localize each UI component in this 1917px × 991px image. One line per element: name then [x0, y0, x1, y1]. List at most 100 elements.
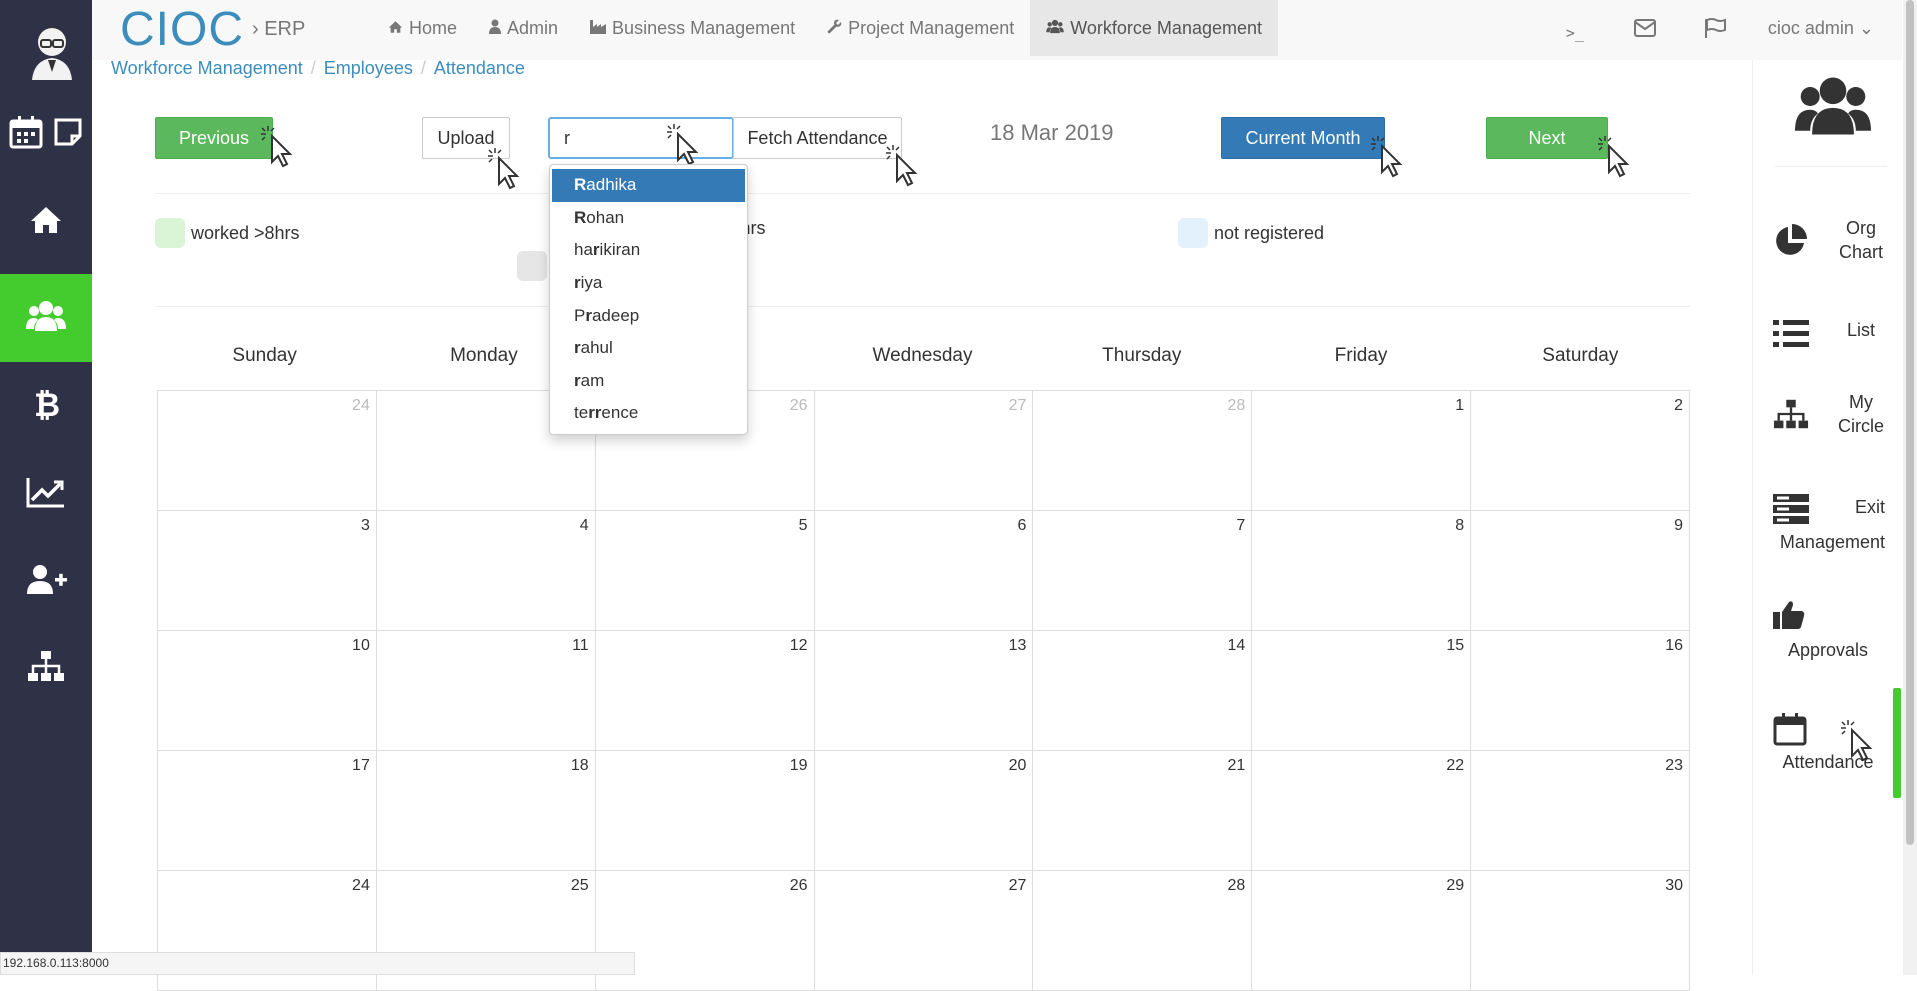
- calendar-day-cell[interactable]: 16: [1471, 631, 1690, 751]
- bitcoin-icon: ₿: [32, 386, 60, 427]
- calendar-day-cell[interactable]: 1: [1252, 391, 1472, 511]
- weekday-label: Wednesday: [872, 345, 973, 366]
- envelope-icon[interactable]: [1610, 19, 1680, 37]
- sticky-note-icon: [53, 117, 83, 152]
- calendar-day-cell[interactable]: 27: [814, 871, 1034, 991]
- sidebar-home[interactable]: [0, 178, 92, 266]
- calendar-day-cell[interactable]: 20: [814, 751, 1034, 871]
- breadcrumb-workforce[interactable]: Workforce Management: [111, 58, 303, 79]
- autocomplete-option[interactable]: r am: [550, 365, 747, 398]
- page-scrollbar[interactable]: [1903, 0, 1917, 975]
- autocomplete-option[interactable]: te rr ence: [550, 397, 747, 430]
- next-button[interactable]: Next: [1486, 117, 1608, 159]
- home-icon: [388, 18, 403, 39]
- divider: [155, 306, 1690, 307]
- calendar-day-cell[interactable]: 11: [376, 631, 596, 751]
- top-right-tools: >_ cioc admin ⌄: [1540, 0, 1902, 56]
- calendar-day-cell[interactable]: 5: [595, 511, 815, 631]
- right-panel-list[interactable]: List: [1753, 316, 1903, 356]
- autocomplete-option[interactable]: ha r ikiran: [550, 234, 747, 267]
- user-menu[interactable]: cioc admin ⌄: [1750, 18, 1902, 39]
- calendar-day-cell[interactable]: 3: [158, 511, 377, 631]
- calendar-day-cell[interactable]: 8: [1252, 511, 1472, 631]
- wrench-icon: [827, 18, 842, 39]
- brand-subtitle: › ERP: [252, 18, 306, 40]
- sidebar-add-user[interactable]: [0, 538, 92, 626]
- cursor-icon: [488, 148, 520, 190]
- current-date: 18 Mar 2019: [990, 120, 1114, 145]
- calendar-day-cell[interactable]: 6: [814, 511, 1034, 631]
- fetch-attendance-button[interactable]: Fetch Attendance: [733, 117, 902, 159]
- calendar-day-cell[interactable]: 7: [1033, 511, 1253, 631]
- cursor-icon: [1371, 136, 1403, 178]
- weekday-header: Sunday Monday Tuesday Wednesday Thursday…: [155, 345, 1690, 367]
- right-panel-org-chart[interactable]: Org Chart: [1753, 216, 1903, 276]
- calendar-day-cell[interactable]: 28: [1033, 871, 1253, 991]
- sidebar-workforce[interactable]: [0, 274, 92, 362]
- users-icon: [1795, 68, 1871, 149]
- sidebar-org[interactable]: [0, 624, 92, 712]
- calendar-day-cell[interactable]: 10: [158, 631, 377, 751]
- calendar-day-cell[interactable]: 15: [1252, 631, 1472, 751]
- nav-project-management[interactable]: Project Management: [811, 0, 1030, 56]
- calendar-day-cell[interactable]: 30: [1471, 871, 1690, 991]
- calendar-day-cell[interactable]: 4: [376, 511, 596, 631]
- cursor-icon: [1841, 720, 1873, 762]
- right-panel: Org Chart List My Circle Exit Management…: [1752, 60, 1902, 975]
- autocomplete-option[interactable]: r iya: [550, 267, 747, 300]
- autocomplete-option[interactable]: r ahul: [550, 332, 747, 365]
- sidebar-analytics[interactable]: [0, 450, 92, 538]
- calendar-day-cell[interactable]: 23: [1471, 751, 1690, 871]
- brand-logo[interactable]: CIOC: [120, 2, 244, 57]
- nav-business-management[interactable]: Business Management: [574, 0, 811, 56]
- nav-workforce-management[interactable]: Workforce Management: [1030, 0, 1279, 56]
- previous-button[interactable]: Previous: [155, 117, 273, 159]
- nav-home[interactable]: Home: [372, 0, 473, 56]
- calendar-day-cell[interactable]: 24: [158, 391, 377, 511]
- legend-swatch: [517, 251, 547, 281]
- calendar-day-cell[interactable]: 18: [376, 751, 596, 871]
- weekday-label: Sunday: [232, 345, 297, 366]
- calendar-day-cell[interactable]: 28: [1033, 391, 1253, 511]
- calendar-day-cell[interactable]: 13: [814, 631, 1034, 751]
- weekday-label: Friday: [1334, 345, 1388, 366]
- breadcrumb-employees[interactable]: Employees: [324, 58, 413, 79]
- sidebar-finance[interactable]: ₿: [0, 362, 92, 450]
- thumbs-up-icon: [1773, 600, 1805, 635]
- right-panel-my-circle[interactable]: My Circle: [1753, 390, 1903, 450]
- flag-icon[interactable]: [1680, 18, 1750, 38]
- cursor-icon: [1598, 136, 1630, 178]
- calendar-day-cell[interactable]: 21: [1033, 751, 1253, 871]
- calendar-day-cell[interactable]: 19: [595, 751, 815, 871]
- avatar[interactable]: [28, 20, 76, 80]
- main-nav: Home Admin Business Management Project M…: [372, 0, 1279, 56]
- calendar-day-cell[interactable]: 22: [1252, 751, 1472, 871]
- calendar-day-cell[interactable]: 12: [595, 631, 815, 751]
- calendar-day-cell[interactable]: 9: [1471, 511, 1690, 631]
- right-panel-approvals[interactable]: Approvals: [1753, 600, 1903, 662]
- legend-not-registered: not registered: [1178, 218, 1324, 248]
- cursor-icon: [886, 145, 918, 187]
- terminal-icon[interactable]: >_: [1540, 14, 1610, 42]
- scrollbar-thumb[interactable]: [1906, 0, 1914, 845]
- right-panel-exit-management[interactable]: Exit Management: [1753, 490, 1903, 562]
- autocomplete-option[interactable]: Pr adeep: [550, 299, 747, 332]
- breadcrumb-attendance[interactable]: Attendance: [434, 58, 525, 79]
- calendar-icon: [1773, 712, 1807, 751]
- autocomplete-option[interactable]: Radhika: [552, 169, 745, 202]
- calendar-day-cell[interactable]: 2: [1471, 391, 1690, 511]
- legend-swatch: [155, 218, 185, 248]
- calendar-day-cell[interactable]: 29: [1252, 871, 1472, 991]
- industry-icon: [590, 18, 607, 39]
- status-bar-url: 192.168.0.113:8000: [0, 952, 635, 975]
- nav-admin[interactable]: Admin: [473, 0, 574, 56]
- autocomplete-option[interactable]: Rohan: [550, 202, 747, 235]
- sidebar-calendar-notes[interactable]: [0, 90, 92, 178]
- current-month-button[interactable]: Current Month: [1221, 117, 1385, 159]
- users-icon: [1046, 18, 1065, 39]
- legend-swatch: [1178, 218, 1208, 248]
- user-plus-icon: [25, 564, 67, 601]
- calendar-day-cell[interactable]: 14: [1033, 631, 1253, 751]
- calendar-day-cell[interactable]: 17: [158, 751, 377, 871]
- calendar-day-cell[interactable]: 27: [814, 391, 1034, 511]
